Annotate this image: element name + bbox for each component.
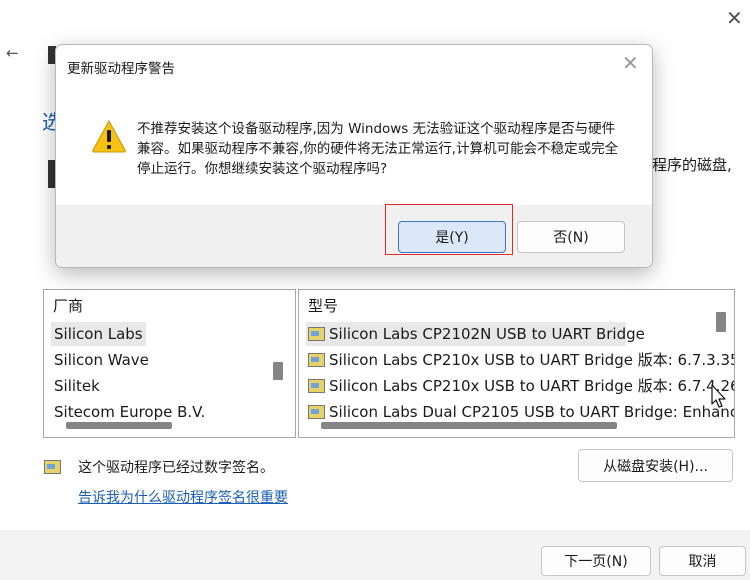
driver-package-icon	[308, 353, 325, 367]
list-item[interactable]: Silicon Labs Dual CP2105 USB to UART Bri…	[306, 400, 734, 424]
dialog-title: 更新驱动程序警告	[67, 61, 175, 77]
list-item[interactable]: Silitek	[54, 374, 100, 398]
model-hscrollbar[interactable]	[321, 422, 617, 429]
list-item[interactable]: Silicon Labs CP210x USB to UART Bridge 版…	[306, 348, 734, 372]
list-item[interactable]: Sitecom Europe B.V.	[54, 400, 205, 424]
manufacturer-scrollbar[interactable]	[273, 362, 283, 380]
list-item[interactable]: Silicon Wave	[54, 348, 149, 372]
have-disk-button[interactable]: 从磁盘安装(H)...	[578, 449, 733, 482]
warning-icon	[92, 119, 126, 153]
manufacturer-list[interactable]: 厂商 Silicon Labs Silicon Wave Silitek Sit…	[43, 289, 296, 438]
list-item[interactable]: Silicon Labs	[51, 322, 146, 346]
window-close-icon[interactable]: ✕	[726, 6, 743, 30]
list-item[interactable]: Silicon Labs CP210x USB to UART Bridge 版…	[306, 374, 734, 398]
highlight-annotation-box	[385, 204, 513, 255]
list-item[interactable]: Silicon Labs CP2102N USB to UART Bridge	[306, 322, 645, 346]
back-arrow-icon[interactable]: ←	[6, 44, 19, 62]
model-list-header: 型号	[308, 297, 339, 315]
model-list[interactable]: 型号 Silicon Labs CP2102N USB to UART Brid…	[298, 289, 735, 438]
model-scrollbar[interactable]	[716, 312, 726, 332]
next-button[interactable]: 下一页(N)	[541, 546, 651, 576]
driver-warning-dialog: 更新驱动程序警告 ✕ 不推荐安装这个设备驱动程序,因为 Windows 无法验证…	[55, 44, 653, 268]
signed-driver-icon	[44, 460, 61, 474]
signature-info-link[interactable]: 告诉我为什么驱动程序签名很重要	[78, 487, 288, 507]
cancel-button[interactable]: 取消	[659, 546, 746, 576]
mouse-cursor-icon	[711, 384, 726, 408]
instruction-text-fragment: 程序的磁盘,	[652, 156, 732, 174]
no-button[interactable]: 否(N)	[517, 221, 625, 253]
manufacturer-list-header: 厂商	[53, 297, 84, 315]
manufacturer-hscrollbar[interactable]	[66, 422, 172, 429]
driver-package-icon	[308, 327, 325, 341]
signature-text: 这个驱动程序已经过数字签名。	[78, 460, 274, 476]
driver-package-icon	[308, 379, 325, 393]
driver-package-icon	[308, 405, 325, 419]
dialog-message: 不推荐安装这个设备驱动程序,因为 Windows 无法验证这个驱动程序是否与硬件…	[137, 121, 619, 177]
dialog-close-icon[interactable]: ✕	[622, 51, 639, 75]
